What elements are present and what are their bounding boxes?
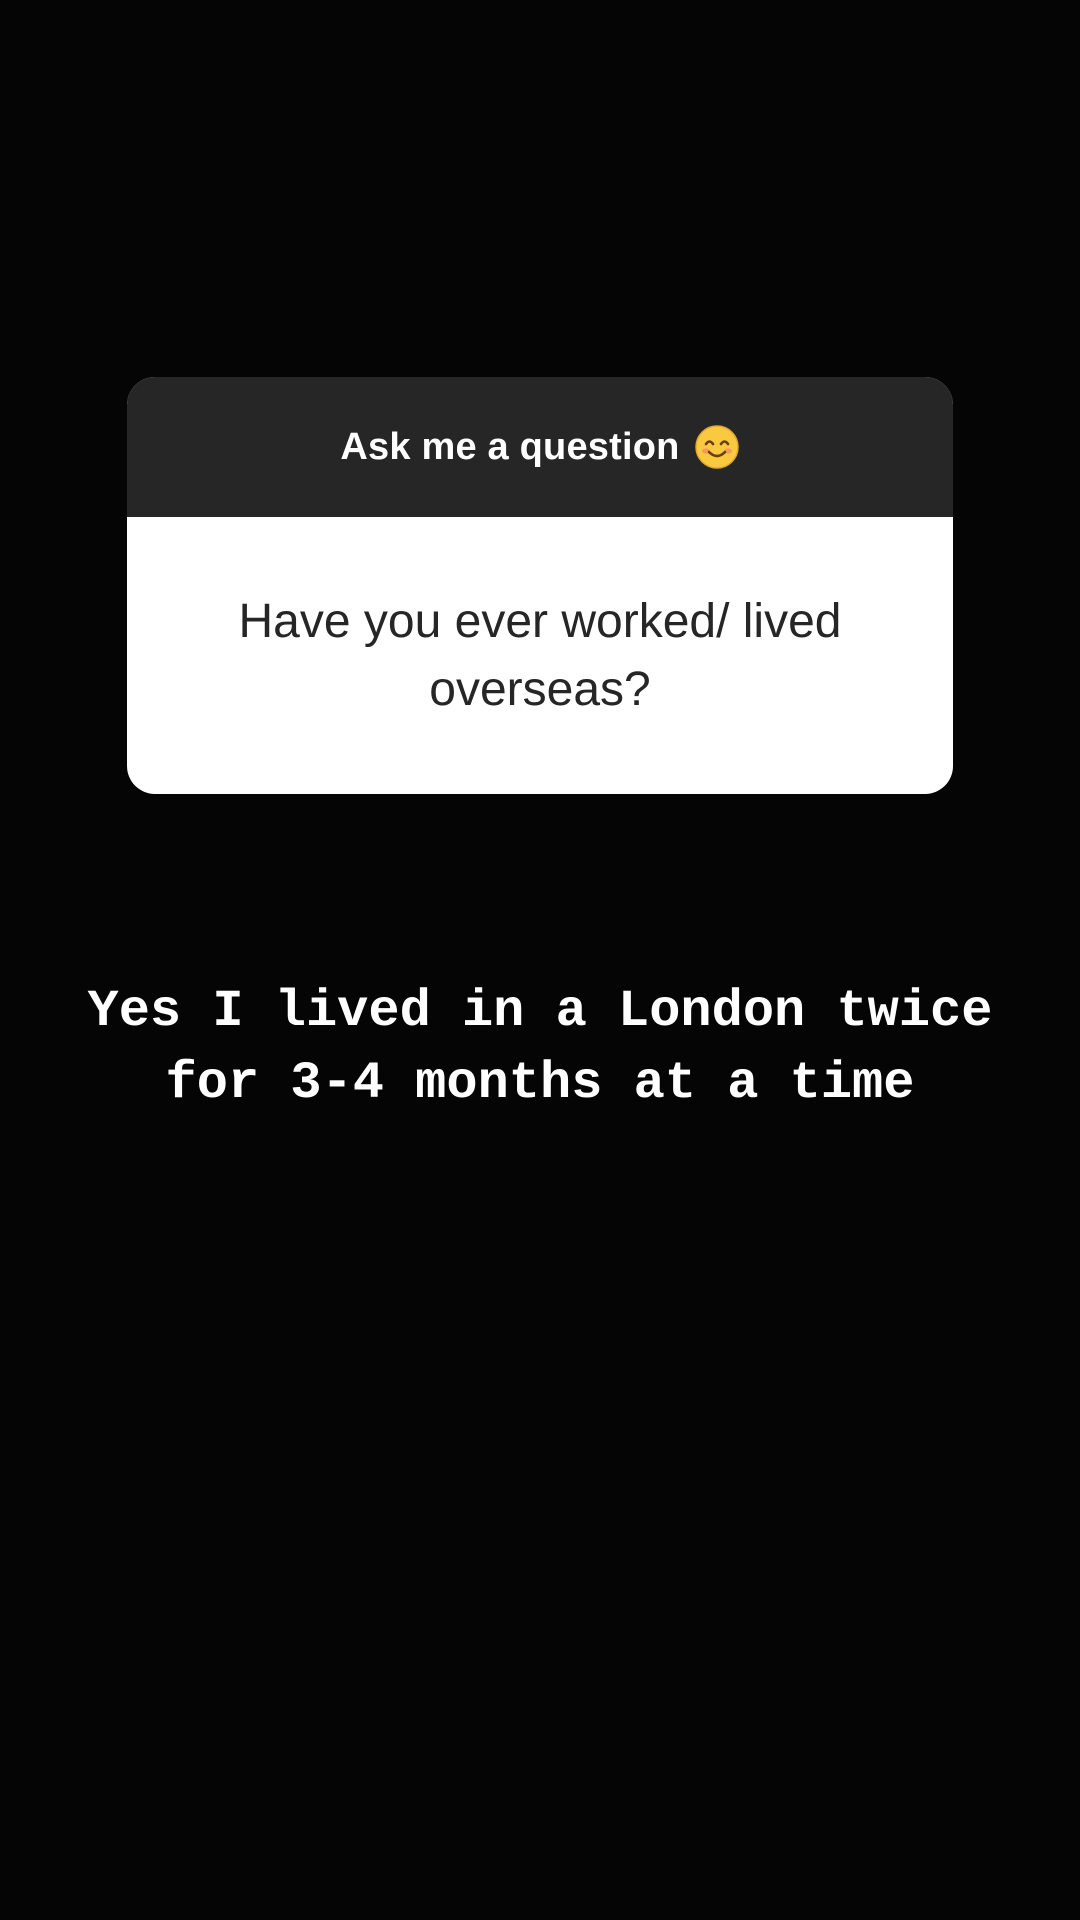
story-screen: Ask me a question Have you ever worked/ … [0,0,1080,1920]
question-sticker-header: Ask me a question [127,377,953,517]
question-sticker[interactable]: Ask me a question Have you ever worked/ … [127,377,953,794]
smiling-face-icon [694,425,739,469]
question-sticker-body: Have you ever worked/ lived overseas? [127,517,953,794]
question-sticker-title: Ask me a question [340,425,680,468]
answer-text: Yes I lived in a London twice for 3-4 mo… [87,982,993,1113]
question-text: Have you ever worked/ lived overseas? [238,594,842,716]
